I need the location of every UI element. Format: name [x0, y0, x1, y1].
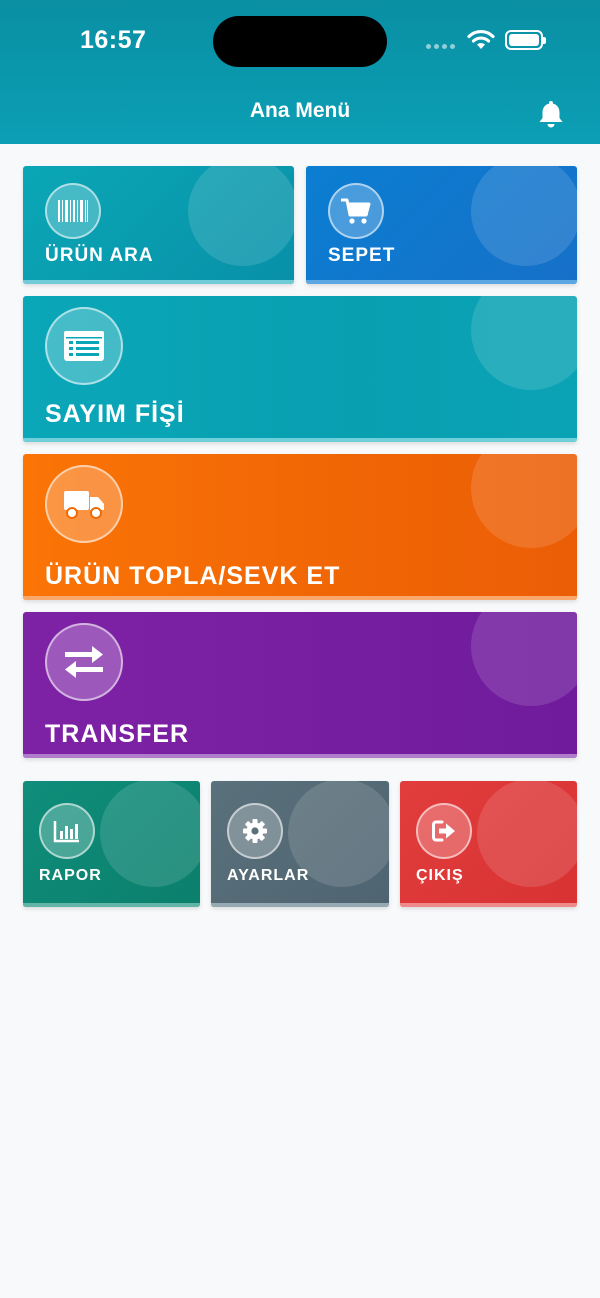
sayim-fisi-label: SAYIM FİŞİ: [45, 400, 185, 428]
logout-icon: [416, 803, 472, 859]
ayarlar-button[interactable]: AYARLAR: [211, 781, 389, 907]
cikis-button[interactable]: ÇIKIŞ: [400, 781, 577, 907]
tile-accent-bar: [400, 903, 577, 907]
cart-icon: [328, 183, 384, 239]
urun-ara-button[interactable]: ÜRÜN ARA: [23, 166, 294, 284]
decorative-circle: [471, 166, 577, 266]
tile-accent-bar: [23, 596, 577, 600]
barcode-icon: [45, 183, 101, 239]
decorative-circle: [477, 781, 577, 887]
decorative-circle: [100, 781, 200, 887]
decorative-circle: [188, 166, 294, 266]
truck-icon: [45, 465, 123, 543]
app-header: 16:57 Ana Menü: [0, 0, 600, 144]
decorative-circle: [471, 612, 577, 706]
battery-icon: [505, 30, 546, 50]
list-icon: [45, 307, 123, 385]
dynamic-island: [213, 16, 387, 67]
rapor-button[interactable]: RAPOR: [23, 781, 200, 907]
status-time: 16:57: [80, 26, 147, 54]
tile-accent-bar: [23, 280, 294, 284]
cikis-label: ÇIKIŞ: [416, 867, 464, 884]
rapor-label: RAPOR: [39, 867, 102, 884]
decorative-circle: [471, 454, 577, 548]
tile-accent-bar: [23, 438, 577, 442]
page-title: Ana Menü: [249, 99, 351, 122]
gear-icon: [227, 803, 283, 859]
tile-accent-bar: [23, 903, 200, 907]
sayim-fisi-button[interactable]: SAYIM FİŞİ: [23, 296, 577, 442]
tile-accent-bar: [23, 754, 577, 758]
tile-accent-bar: [306, 280, 577, 284]
wifi-icon: [467, 29, 495, 49]
urun-topla-sevk-et-button[interactable]: ÜRÜN TOPLA/SEVK ET: [23, 454, 577, 600]
sepet-label: SEPET: [328, 245, 396, 266]
cellular-signal-icon: [426, 44, 455, 49]
transfer-button[interactable]: TRANSFER: [23, 612, 577, 758]
tile-accent-bar: [211, 903, 389, 907]
decorative-circle: [471, 296, 577, 390]
transfer-label: TRANSFER: [45, 720, 190, 748]
bell-icon[interactable]: [535, 98, 567, 130]
transfer-icon: [45, 623, 123, 701]
chart-icon: [39, 803, 95, 859]
ayarlar-label: AYARLAR: [227, 867, 310, 884]
urun-topla-sevk-et-label: ÜRÜN TOPLA/SEVK ET: [45, 562, 341, 590]
urun-ara-label: ÜRÜN ARA: [45, 245, 154, 266]
sepet-button[interactable]: SEPET: [306, 166, 577, 284]
